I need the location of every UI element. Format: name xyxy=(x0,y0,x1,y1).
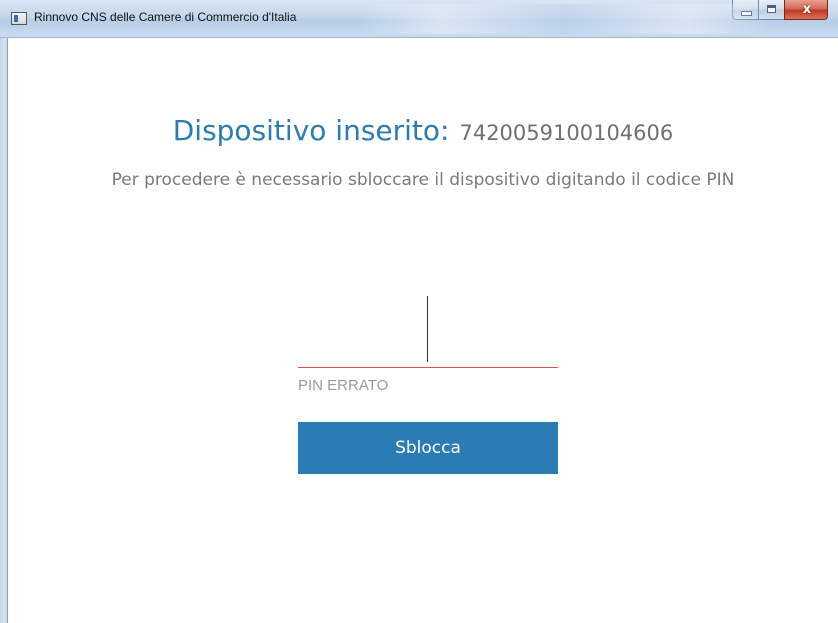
pin-input[interactable] xyxy=(298,294,562,369)
pin-error-message: PIN ERRATO xyxy=(298,377,389,394)
minimize-icon xyxy=(741,11,752,16)
app-window: Rinnovo CNS delle Camere di Commercio d'… xyxy=(0,0,838,623)
close-button[interactable]: x xyxy=(784,0,828,20)
unlock-button[interactable]: Sblocca xyxy=(298,422,558,474)
pin-field[interactable] xyxy=(298,294,562,369)
window-title: Rinnovo CNS delle Camere di Commercio d'… xyxy=(34,10,297,24)
window-frame-left xyxy=(0,38,8,623)
main-content: Dispositivo inserito: 7420059100104606 Pe… xyxy=(8,38,838,623)
device-heading-label: Dispositivo inserito: xyxy=(172,114,450,147)
window-controls: x xyxy=(732,0,828,21)
close-icon: x xyxy=(802,2,812,17)
text-caret xyxy=(427,296,428,362)
maximize-icon xyxy=(767,5,776,13)
instruction-text: Per procedere è necessario sbloccare il … xyxy=(111,170,735,190)
device-id: 7420059100104606 xyxy=(459,121,674,145)
title-bar[interactable]: Rinnovo CNS delle Camere di Commercio d'… xyxy=(0,0,838,38)
minimize-button[interactable] xyxy=(732,0,758,20)
app-window-icon[interactable] xyxy=(11,12,27,25)
maximize-button[interactable] xyxy=(758,0,784,20)
device-heading: Dispositivo inserito: 7420059100104606 xyxy=(8,114,838,147)
